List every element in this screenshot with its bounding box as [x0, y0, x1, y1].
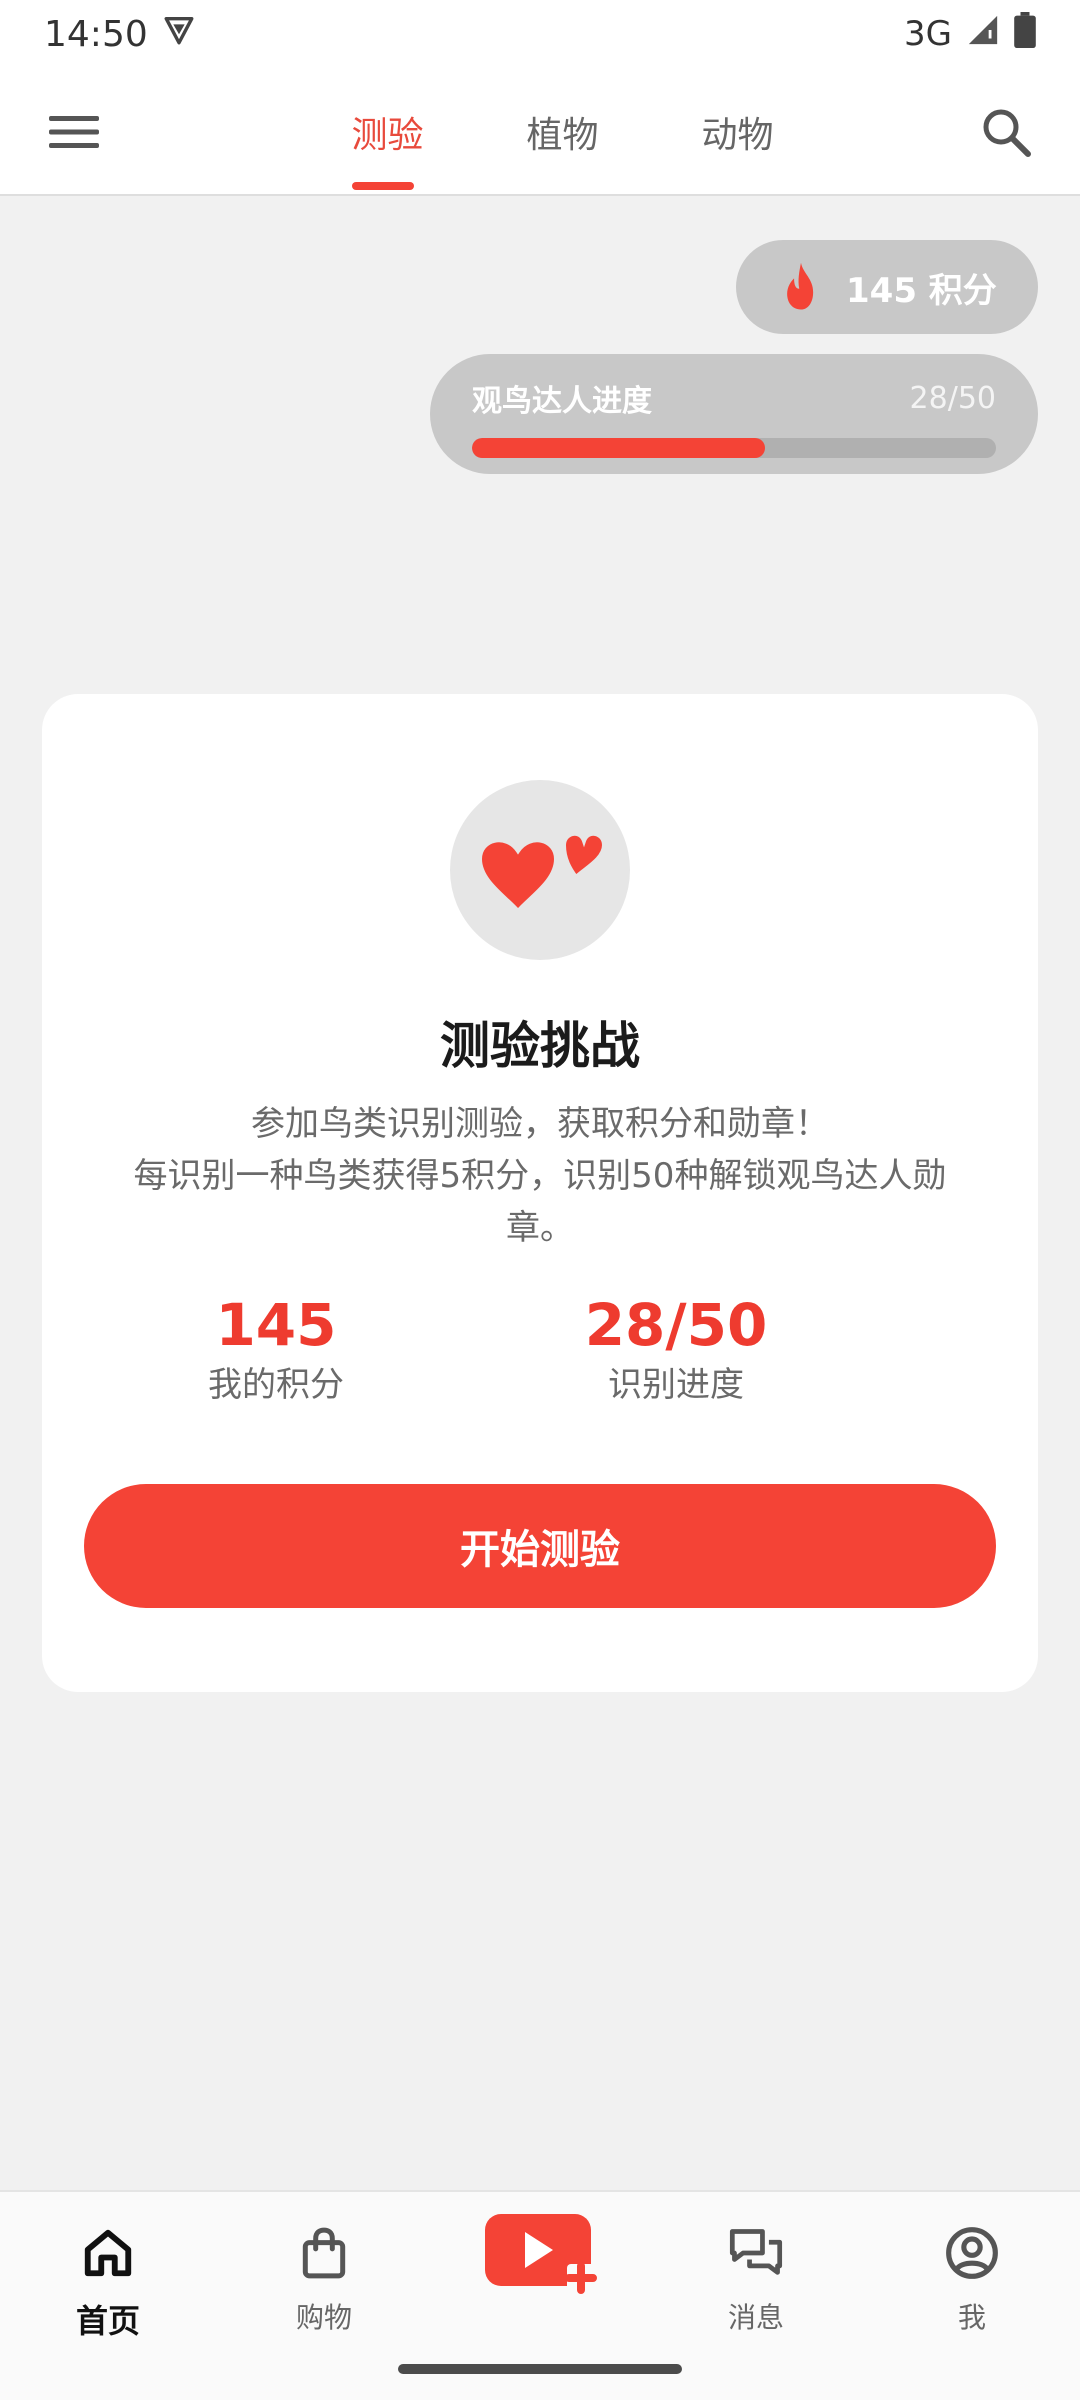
progress-bar-fill	[472, 438, 766, 458]
fire-icon	[787, 262, 814, 310]
tab-plants[interactable]: 植物	[475, 68, 650, 196]
nav-item-home[interactable]: 首页	[38, 2210, 178, 2342]
network-type: 3G	[904, 14, 952, 54]
battery-icon	[1014, 11, 1036, 57]
status-bar: 14:50 3G	[0, 0, 1080, 68]
stat-label: 识别进度	[608, 1365, 744, 1405]
hero-icon-circle	[450, 780, 630, 960]
nav-item-me[interactable]: 我	[902, 2210, 1042, 2336]
active-tab-indicator	[352, 182, 414, 190]
profile-icon	[902, 2210, 1042, 2296]
progress-title: 观鸟达人进度	[472, 384, 652, 419]
nav-label: 购物	[295, 2301, 352, 2334]
shopping-bag-icon	[254, 2210, 394, 2296]
search-button[interactable]	[972, 98, 1040, 166]
vpn-shield-icon	[162, 13, 196, 56]
nav-item-create[interactable]	[470, 2210, 610, 2296]
chat-bubbles-icon	[686, 2210, 826, 2296]
menu-button[interactable]	[40, 98, 108, 166]
stat-identify-progress: 28/50 识别进度	[546, 1290, 806, 1410]
points-pill[interactable]: 145 积分	[736, 240, 1038, 334]
nav-label: 我	[957, 2301, 986, 2334]
nav-label: 首页	[75, 2302, 140, 2340]
signal-icon	[966, 13, 1000, 56]
hearts-icon	[477, 831, 604, 915]
tab-quiz[interactable]: 测验	[300, 68, 475, 196]
tab-label: 动物	[701, 115, 774, 156]
screen: 14:50 3G 测验 植物 动物 145 积分 观鸟达人进度 28/50 测验…	[0, 0, 1080, 2400]
top-app-bar: 测验 植物 动物	[0, 68, 1080, 196]
progress-header: 观鸟达人进度 28/50	[472, 376, 996, 420]
hamburger-icon	[49, 116, 99, 148]
tab-label: 植物	[526, 115, 599, 156]
gesture-home-indicator	[398, 2364, 682, 2374]
stat-label: 我的积分	[208, 1365, 344, 1405]
nav-item-messages[interactable]: 消息	[686, 2210, 826, 2336]
points-text: 145 积分	[846, 270, 997, 311]
birding-progress-card: 观鸟达人进度 28/50	[430, 354, 1038, 474]
start-quiz-button[interactable]: 开始测验	[84, 1484, 996, 1608]
status-right: 3G	[904, 11, 1036, 57]
nav-label: 消息	[727, 2301, 784, 2334]
quiz-description: 参加鸟类识别测验，获取积分和勋章！ 每识别一种鸟类获得5积分，识别50种解锁观鸟达…	[133, 1104, 947, 1248]
progress-count: 28/50	[909, 380, 996, 416]
create-video-icon	[470, 2210, 610, 2296]
top-tabs: 测验 植物 动物	[300, 68, 825, 196]
search-icon	[983, 109, 1031, 157]
tab-animals[interactable]: 动物	[650, 68, 825, 196]
progress-bar	[472, 438, 996, 458]
tab-label: 测验	[351, 115, 424, 156]
home-icon	[38, 2210, 178, 2296]
stat-value: 145	[215, 1291, 337, 1359]
nav-item-shopping[interactable]: 购物	[254, 2210, 394, 2336]
stats-row: 145 我的积分 28/50 识别进度	[42, 1290, 1038, 1420]
status-time: 14:50	[44, 13, 148, 55]
stat-value: 28/50	[584, 1291, 768, 1359]
quiz-challenge-card: 测验挑战 参加鸟类识别测验，获取积分和勋章！ 每识别一种鸟类获得5积分，识别50种…	[42, 694, 1038, 1692]
stat-my-points: 145 我的积分	[176, 1290, 376, 1410]
quiz-title: 测验挑战	[440, 1017, 640, 1075]
status-left: 14:50	[44, 13, 196, 56]
